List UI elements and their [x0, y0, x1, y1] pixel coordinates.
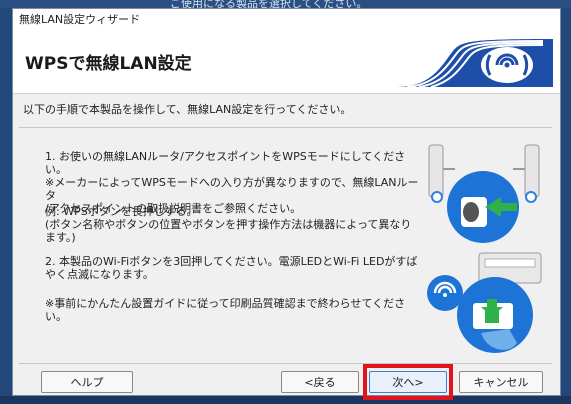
- instruction-text: 以下の手順で本製品を操作して、無線LAN設定を行ってください。: [23, 103, 352, 116]
- back-button[interactable]: <戻る: [281, 371, 359, 393]
- divider-bottom: [19, 363, 552, 364]
- wifi-logo-icon: [397, 39, 553, 88]
- desktop-background-left: [0, 8, 12, 404]
- next-button-highlight: [363, 364, 453, 400]
- desktop-background-bottom: [0, 396, 571, 404]
- dialog-titlebar: 無線LAN設定ウィザード: [13, 9, 560, 31]
- divider: [19, 127, 552, 128]
- help-button[interactable]: ヘルプ: [41, 371, 133, 393]
- step-2-text: 2. 本製品のWi-Fiボタンを3回押してください。電源LEDとWi-Fi LE…: [45, 255, 418, 281]
- cancel-button[interactable]: キャンセル: [459, 371, 543, 393]
- wizard-dialog: 無線LAN設定ウィザード WPSで無線LAN設定 以下の手順で本製品を操作して、…: [12, 8, 561, 400]
- dialog-header: WPSで無線LAN設定: [13, 31, 560, 94]
- router-wps-illustration: [428, 144, 540, 243]
- page-title: WPSで無線LAN設定: [25, 54, 192, 74]
- desktop-background-right: [561, 8, 571, 404]
- printer-wifi-illustration: [427, 252, 542, 353]
- example-text: 例: WPSボタンを長押しする。 (ボタン名称やボタンの位置やボタンを押す操作方…: [45, 205, 412, 244]
- note-text: ※事前にかんたん設置ガイドに従って印刷品質確認まで終わらせてくださ い。: [45, 297, 406, 323]
